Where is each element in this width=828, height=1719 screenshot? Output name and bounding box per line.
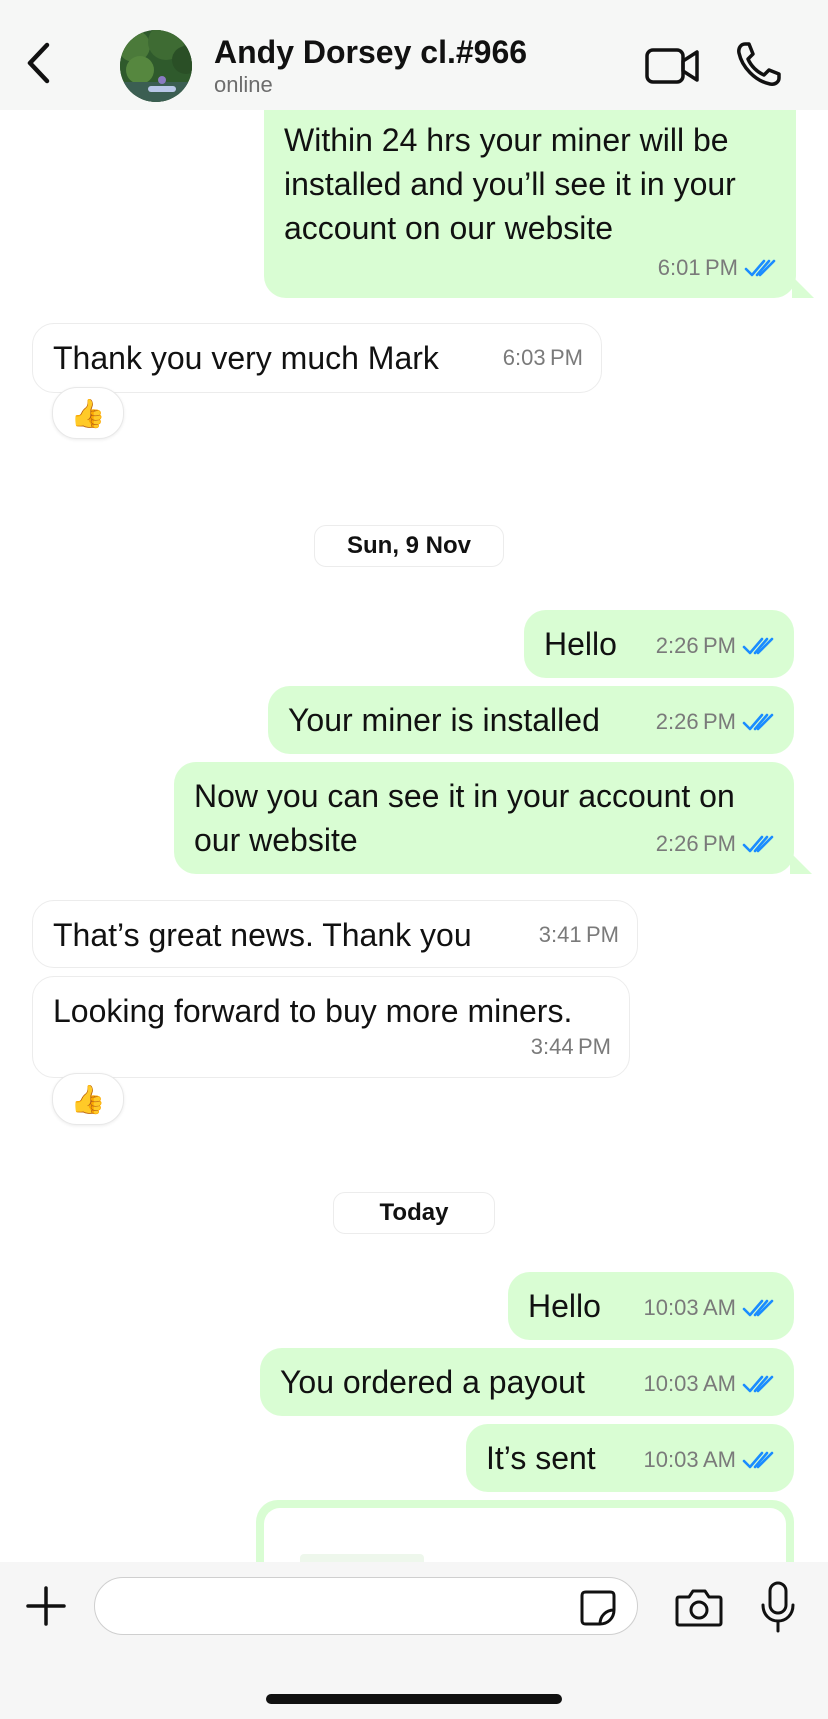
- message-bubble-outgoing[interactable]: Within 24 hrs your miner will be install…: [264, 110, 796, 298]
- double-check-icon: [742, 835, 774, 853]
- message-time: 3:44 PM: [530, 1034, 611, 1059]
- message-meta: 3:41 PM: [539, 913, 619, 957]
- message-input[interactable]: [94, 1577, 638, 1635]
- date-separator: Sun, 9 Nov: [314, 525, 504, 567]
- phone-icon: [737, 42, 781, 86]
- attach-button[interactable]: [24, 1584, 68, 1628]
- message-meta: 2:26 PM: [656, 700, 776, 744]
- message-bubble-incoming[interactable]: That’s great news. Thank you 3:41 PM: [32, 900, 638, 968]
- card-placeholder-block: [300, 1554, 424, 1562]
- message-meta: 6:03 PM: [503, 336, 583, 380]
- message-bubble-outgoing[interactable]: Now you can see it in your account on ou…: [174, 762, 794, 874]
- thumbs-up-reaction: 👍: [70, 1083, 106, 1115]
- sticker-button[interactable]: [578, 1588, 618, 1628]
- message-meta: 6:01 PM: [658, 246, 778, 290]
- message-list[interactable]: Within 24 hrs your miner will be install…: [0, 110, 828, 1562]
- message-time: 10:03 AM: [643, 1371, 736, 1396]
- plus-icon: [26, 1586, 66, 1626]
- home-indicator[interactable]: [266, 1694, 562, 1704]
- video-camera-icon: [645, 48, 699, 84]
- message-meta: 2:26 PM: [656, 822, 776, 866]
- reaction-badge[interactable]: 👍: [52, 387, 124, 439]
- card-preview: [264, 1508, 786, 1562]
- camera-button[interactable]: [674, 1585, 724, 1629]
- message-meta: 10:03 AM: [644, 1286, 776, 1330]
- message-bubble-outgoing[interactable]: Hello 10:03 AM: [508, 1272, 794, 1340]
- chat-header: Andy Dorsey cl.#966 online: [0, 0, 828, 110]
- reaction-badge[interactable]: 👍: [52, 1073, 124, 1125]
- contact-status: online: [214, 72, 273, 97]
- camera-icon: [675, 1589, 723, 1627]
- back-chevron-icon: [27, 42, 50, 84]
- avatar-photo: [120, 30, 192, 102]
- double-check-icon: [742, 1451, 774, 1469]
- video-call-button[interactable]: [644, 44, 700, 88]
- message-meta: 10:03 AM: [644, 1362, 776, 1406]
- message-time: 2:26 PM: [655, 709, 736, 734]
- message-bubble-incoming[interactable]: Thank you very much Mark 6:03 PM: [32, 323, 602, 393]
- bubble-tail: [790, 852, 812, 874]
- message-text: Within 24 hrs your miner will be install…: [284, 122, 736, 246]
- double-check-icon: [742, 1299, 774, 1317]
- sticker-icon: [580, 1590, 616, 1626]
- message-time: 10:03 AM: [643, 1447, 736, 1472]
- message-bubble-outgoing[interactable]: You ordered a payout 10:03 AM: [260, 1348, 794, 1416]
- message-bubble-outgoing[interactable]: It’s sent 10:03 AM: [466, 1424, 794, 1492]
- message-bubble-outgoing[interactable]: Your miner is installed 2:26 PM: [268, 686, 794, 754]
- double-check-icon: [742, 713, 774, 731]
- message-meta: 2:26 PM: [656, 624, 776, 668]
- message-bubble-incoming[interactable]: Looking forward to buy more miners. 3:44…: [32, 976, 630, 1078]
- microphone-icon: [761, 1581, 795, 1633]
- date-separator: Today: [333, 1192, 495, 1234]
- message-time: 2:26 PM: [655, 633, 736, 658]
- back-button[interactable]: [18, 38, 58, 88]
- contact-avatar[interactable]: [120, 30, 192, 102]
- thumbs-up-reaction: 👍: [70, 397, 106, 429]
- voice-call-button[interactable]: [733, 40, 783, 90]
- message-time: 3:41 PM: [538, 922, 619, 947]
- message-time: 6:01 PM: [657, 255, 738, 280]
- double-check-icon: [742, 637, 774, 655]
- message-time: 10:03 AM: [643, 1295, 736, 1320]
- message-meta: 10:03 AM: [644, 1438, 776, 1482]
- message-bubble-outgoing-card[interactable]: [256, 1500, 794, 1562]
- double-check-icon: [744, 259, 776, 277]
- date-separator-label: Sun, 9 Nov: [346, 532, 472, 559]
- double-check-icon: [742, 1375, 774, 1393]
- microphone-button[interactable]: [758, 1580, 798, 1634]
- message-text: Looking forward to buy more miners.: [53, 993, 573, 1029]
- message-meta: 3:44 PM: [531, 1025, 611, 1069]
- message-time: 2:26 PM: [655, 831, 736, 856]
- date-separator-label: Today: [379, 1199, 449, 1226]
- bubble-tail: [792, 276, 814, 298]
- message-bubble-outgoing[interactable]: Hello 2:26 PM: [524, 610, 794, 678]
- contact-name[interactable]: Andy Dorsey cl.#966: [214, 34, 527, 71]
- message-time: 6:03 PM: [502, 345, 583, 370]
